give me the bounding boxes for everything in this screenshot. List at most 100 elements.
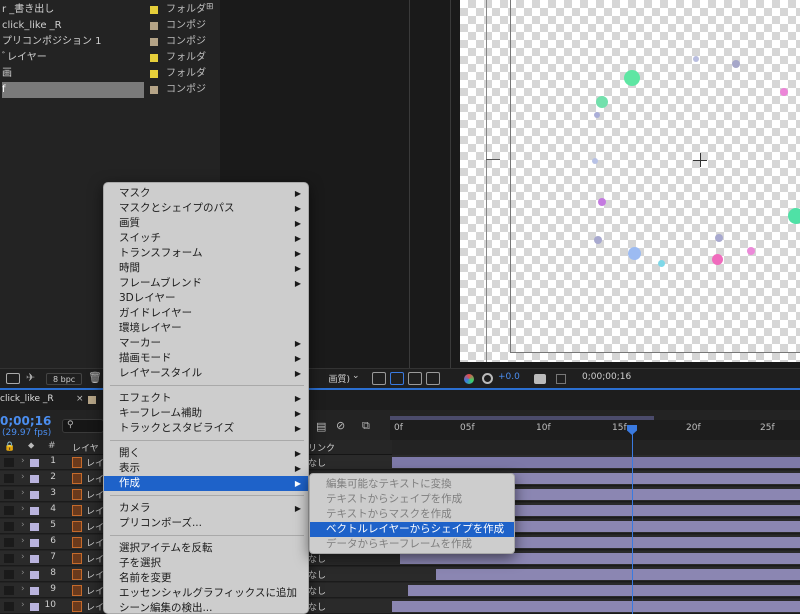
layer-name[interactable]: レイ	[86, 520, 104, 533]
project-item[interactable]: ﾞレイヤー フォルダー	[0, 50, 220, 66]
expand-arrow-icon[interactable]: ›	[21, 568, 25, 578]
parent-select[interactable]: なし	[308, 584, 326, 597]
project-item[interactable]: 画 フォルダー	[0, 66, 220, 82]
visibility-toggle[interactable]	[4, 554, 14, 563]
visibility-toggle[interactable]	[4, 570, 14, 579]
menu-item-track-stabilize[interactable]: トラックとスタビライズ ▶	[104, 421, 308, 436]
menu-item-create[interactable]: 作成 ▶	[104, 476, 308, 491]
snapshot-camera-icon[interactable]	[534, 374, 546, 384]
visibility-toggle[interactable]	[4, 522, 14, 531]
visibility-toggle[interactable]	[4, 474, 14, 483]
exposure-value[interactable]: +0.0	[498, 372, 520, 382]
menu-item-switches[interactable]: スイッチ ▶	[104, 231, 308, 246]
label-color-swatch[interactable]	[150, 86, 158, 94]
label-color-swatch[interactable]	[150, 70, 158, 78]
label-color-swatch[interactable]	[150, 22, 158, 30]
label-tag-icon[interactable]: ⬥	[28, 441, 34, 451]
layer-label-swatch[interactable]	[30, 475, 39, 483]
visibility-toggle[interactable]	[4, 506, 14, 515]
menu-item-select-children[interactable]: 子を選択	[104, 556, 308, 571]
layer-duration-bar[interactable]	[408, 585, 800, 596]
layer-duration-bar[interactable]	[436, 569, 800, 580]
close-icon[interactable]: ×	[76, 394, 84, 404]
layer-label-swatch[interactable]	[30, 571, 39, 579]
layer-name[interactable]: レイ	[86, 456, 104, 469]
current-time-display[interactable]: 0;00;16	[0, 414, 51, 428]
graph-editor-icon[interactable]: ⧉	[362, 419, 370, 433]
menu-item-frame-blending[interactable]: フレームブレンド ▶	[104, 276, 308, 291]
visibility-toggle[interactable]	[4, 538, 14, 547]
current-time-indicator[interactable]	[632, 425, 633, 614]
exposure-reset-icon[interactable]	[482, 373, 493, 384]
layer-name[interactable]: レイ	[86, 536, 104, 549]
layer-name-column-header[interactable]: レイヤ	[72, 441, 99, 454]
layer-name[interactable]: レイ	[86, 584, 104, 597]
quality-select-value[interactable]: 画質)	[310, 372, 350, 385]
layer-label-swatch[interactable]	[30, 459, 39, 467]
project-item[interactable]: click_like _R コンポジシ	[0, 18, 220, 34]
layer-name[interactable]: レイ	[86, 600, 104, 613]
layer-label-swatch[interactable]	[30, 507, 39, 515]
project-item[interactable]: プリコンポジション 1 コンポジシ	[0, 34, 220, 50]
trash-icon[interactable]: 🗑	[88, 371, 102, 384]
expand-arrow-icon[interactable]: ›	[21, 504, 25, 514]
expand-arrow-icon[interactable]: ›	[21, 600, 25, 610]
menu-item-layer-styles[interactable]: レイヤースタイル ▶	[104, 366, 308, 381]
menu-item-effect[interactable]: エフェクト ▶	[104, 391, 308, 406]
layer-label-swatch[interactable]	[30, 587, 39, 595]
parent-select[interactable]: なし	[308, 568, 326, 581]
composition-viewer[interactable]	[460, 0, 800, 368]
menu-item-invert-selection[interactable]: 選択アイテムを反転	[104, 541, 308, 556]
menu-item-rename[interactable]: 名前を変更	[104, 571, 308, 586]
lock-icon[interactable]: 🔒	[4, 442, 15, 452]
expand-arrow-icon[interactable]: ›	[21, 552, 25, 562]
mask-view-icon[interactable]	[408, 372, 422, 385]
layer-name[interactable]: レイ	[86, 504, 104, 517]
menu-item-blending-mode[interactable]: 描画モード ▶	[104, 351, 308, 366]
color-channels-icon[interactable]	[464, 374, 474, 384]
label-color-swatch[interactable]	[150, 6, 158, 14]
visibility-toggle[interactable]	[4, 490, 14, 499]
solo-icon[interactable]: ▤	[316, 420, 326, 433]
menu-item-open[interactable]: 開く ▶	[104, 446, 308, 461]
label-color-swatch[interactable]	[150, 38, 158, 46]
menu-item-reveal[interactable]: 表示 ▶	[104, 461, 308, 476]
chevron-down-icon[interactable]: ⌄	[352, 371, 360, 381]
visibility-toggle[interactable]	[4, 602, 14, 611]
submenu-item-create-shapes-from-vector-layer[interactable]: ベクトルレイヤーからシェイプを作成	[310, 522, 514, 537]
expand-arrow-icon[interactable]: ›	[21, 520, 25, 530]
expand-arrow-icon[interactable]: ›	[21, 536, 25, 546]
menu-item-markers[interactable]: マーカー ▶	[104, 336, 308, 351]
expand-arrow-icon[interactable]: ›	[21, 456, 25, 466]
layer-duration-bar[interactable]	[392, 457, 800, 468]
visibility-toggle[interactable]	[4, 458, 14, 467]
expand-arrow-icon[interactable]: ›	[21, 472, 25, 482]
menu-item-camera[interactable]: カメラ ▶	[104, 501, 308, 516]
layer-duration-bar[interactable]	[392, 601, 800, 612]
menu-item-environment-layer[interactable]: 環境レイヤー	[104, 321, 308, 336]
expand-arrow-icon[interactable]: ›	[21, 488, 25, 498]
menu-item-keyframe-assistant[interactable]: キーフレーム補助 ▶	[104, 406, 308, 421]
menu-item-scene-edit-detection[interactable]: シーン編集の検出...	[104, 601, 308, 613]
menu-item-transform[interactable]: トランスフォーム ▶	[104, 246, 308, 261]
layer-duration-bar[interactable]	[400, 553, 800, 564]
layer-label-swatch[interactable]	[30, 491, 39, 499]
menu-item-quality[interactable]: 画質 ▶	[104, 216, 308, 231]
menu-item-mask-shape-path[interactable]: マスクとシェイプのパス ▶	[104, 201, 308, 216]
menu-item-precompose[interactable]: プリコンポーズ...	[104, 516, 308, 531]
project-item[interactable]: r _書き出し フォルダー	[0, 2, 220, 18]
render-queue-icon[interactable]	[6, 373, 20, 384]
transparency-grid-icon[interactable]	[390, 372, 404, 385]
label-color-swatch[interactable]	[150, 54, 158, 62]
layer-label-swatch[interactable]	[30, 555, 39, 563]
layer-label-swatch[interactable]	[30, 539, 39, 547]
layer-name[interactable]: レイ	[86, 552, 104, 565]
visibility-toggle[interactable]	[4, 586, 14, 595]
parent-select[interactable]: なし	[308, 456, 326, 469]
motion-blur-icon[interactable]: ⊘	[336, 419, 345, 432]
menu-item-mask[interactable]: マスク ▶	[104, 186, 308, 201]
timeline-search-input[interactable]: ⚲	[62, 419, 104, 433]
time-ruler[interactable]: 0f 05f 10f 15f 20f 25f	[390, 420, 800, 440]
region-of-interest-icon[interactable]	[372, 372, 386, 385]
flowchart-icon[interactable]: ✈	[26, 371, 35, 384]
